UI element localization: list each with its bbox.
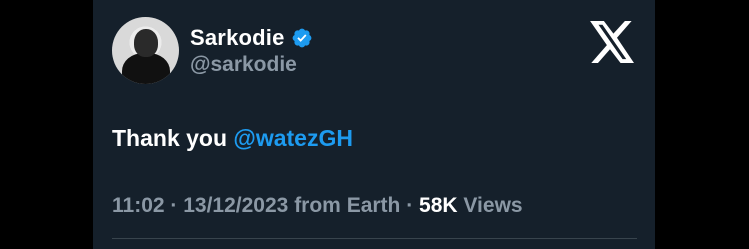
divider — [112, 238, 637, 239]
views-label: Views — [463, 194, 523, 217]
mention-link[interactable]: @watezGH — [233, 125, 353, 151]
verified-badge-icon — [291, 27, 313, 49]
tweet-time[interactable]: 11:02 — [112, 194, 165, 217]
tweet-source: from Earth — [294, 194, 401, 217]
tweet-meta: 11:02 · 13/12/2023 from Earth · 58K View… — [112, 194, 523, 218]
avatar[interactable] — [112, 17, 179, 84]
meta-separator: · — [400, 194, 420, 217]
tweet-text: Thank you @watezGH — [112, 125, 353, 152]
author-handle[interactable]: @sarkodie — [190, 53, 297, 77]
x-logo-icon[interactable] — [590, 21, 636, 63]
views-count: 58K — [419, 194, 458, 217]
avatar-body-shape — [122, 53, 170, 84]
tweet-text-prefix: Thank you — [112, 125, 234, 151]
avatar-head-shape — [134, 29, 158, 57]
author-display-name[interactable]: Sarkodie — [190, 25, 285, 51]
meta-separator: · — [164, 194, 184, 217]
tweet-date[interactable]: 13/12/2023 — [183, 194, 288, 217]
author-name-row: Sarkodie — [190, 24, 313, 52]
